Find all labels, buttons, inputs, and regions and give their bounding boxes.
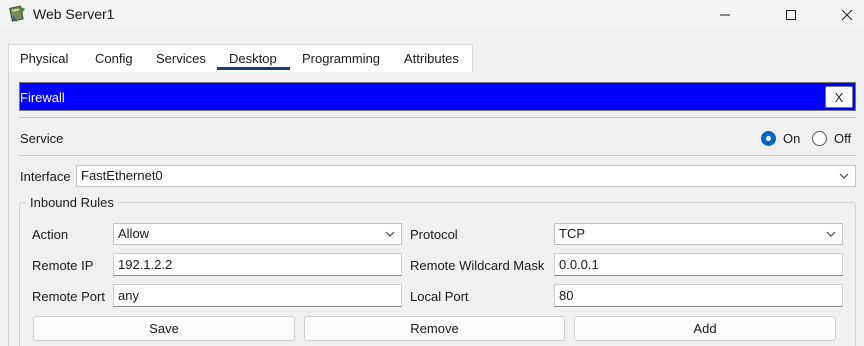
action-select[interactable]: Allow	[113, 223, 402, 245]
remote-wildcard-label: Remote Wildcard Mask	[410, 258, 545, 273]
close-window-button[interactable]	[824, 0, 864, 30]
title-bar: Web Server1	[0, 0, 864, 30]
server-device-icon	[8, 4, 28, 24]
service-off-radio[interactable]	[812, 131, 827, 146]
firewall-title-bar	[19, 82, 856, 111]
maximize-button[interactable]	[768, 0, 814, 30]
protocol-select[interactable]: TCP	[554, 223, 843, 245]
protocol-label: Protocol	[410, 227, 458, 242]
local-port-label: Local Port	[410, 289, 469, 304]
close-icon	[841, 9, 853, 21]
window-title: Web Server1	[33, 6, 115, 22]
local-port-input[interactable]: 80	[554, 284, 843, 307]
inbound-rules-title: Inbound Rules	[26, 195, 118, 210]
remote-port-input[interactable]: any	[113, 284, 402, 307]
tab-services[interactable]: Services	[156, 51, 206, 66]
service-on-label: On	[783, 131, 801, 146]
active-tab-indicator	[217, 67, 290, 70]
remote-wildcard-input[interactable]: 0.0.0.1	[554, 253, 843, 276]
chevron-down-icon	[385, 231, 395, 237]
interface-select[interactable]: FastEthernet0	[76, 165, 856, 187]
divider	[19, 155, 856, 156]
tab-config[interactable]: Config	[95, 51, 133, 66]
protocol-value: TCP	[559, 226, 585, 241]
service-off-label: Off	[834, 131, 852, 146]
minimize-icon	[720, 14, 730, 16]
tab-physical[interactable]: Physical	[20, 51, 68, 66]
firewall-close-button[interactable]: X	[825, 86, 853, 108]
action-value: Allow	[118, 226, 150, 241]
service-label: Service	[20, 131, 64, 146]
service-on-radio[interactable]	[761, 131, 776, 146]
interface-label: Interface	[20, 169, 71, 184]
firewall-title: Firewall	[20, 90, 65, 105]
action-label: Action	[32, 227, 69, 242]
add-button[interactable]: Add	[574, 316, 836, 341]
tab-programming[interactable]: Programming	[302, 51, 380, 66]
remote-port-label: Remote Port	[32, 289, 105, 304]
minimize-button[interactable]	[702, 0, 748, 30]
save-button[interactable]: Save	[33, 316, 295, 341]
chevron-down-icon	[826, 231, 836, 237]
chevron-down-icon	[839, 173, 849, 179]
tab-attributes[interactable]: Attributes	[404, 51, 459, 66]
divider	[19, 117, 856, 118]
interface-value: FastEthernet0	[81, 168, 163, 183]
remote-ip-input[interactable]: 192.1.2.2	[113, 253, 402, 276]
remote-ip-label: Remote IP	[32, 258, 94, 273]
tab-desktop[interactable]: Desktop	[229, 51, 277, 66]
maximize-icon	[786, 10, 796, 20]
remove-button[interactable]: Remove	[304, 316, 565, 341]
